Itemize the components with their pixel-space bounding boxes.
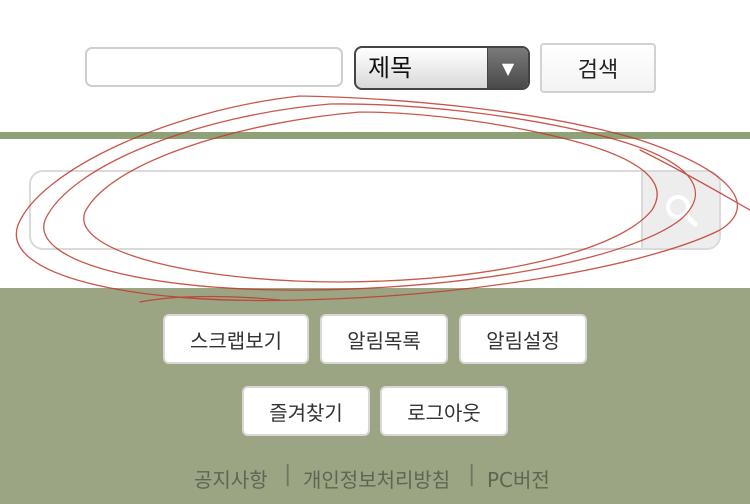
notice-settings-button[interactable]: 알림설정: [459, 314, 587, 364]
favorites-button[interactable]: 즐겨찾기: [242, 386, 370, 436]
divider-bar: [0, 132, 750, 139]
triangle-down-icon[interactable]: ▼: [487, 48, 528, 88]
search-field-select[interactable]: 제목 ▼: [354, 46, 530, 90]
global-search-input[interactable]: [31, 172, 645, 248]
keyword-input[interactable]: [85, 47, 343, 87]
search-field-selected-label: 제목: [368, 54, 413, 82]
board-search-area: 제목 ▼ 검색: [0, 0, 750, 132]
global-search-button[interactable]: [641, 172, 719, 248]
search-button[interactable]: 검색: [540, 43, 656, 93]
footer-privacy-link[interactable]: 개인정보처리방침: [303, 464, 450, 493]
footer-pc-version-link[interactable]: PC버전: [487, 464, 550, 493]
scrap-view-button[interactable]: 스크랩보기: [163, 314, 309, 364]
global-search-box: [29, 170, 721, 250]
notice-list-button[interactable]: 알림목록: [320, 314, 448, 364]
footer-notice-link[interactable]: 공지사항: [194, 464, 268, 493]
logout-button[interactable]: 로그아웃: [380, 386, 508, 436]
footer-separator: |: [284, 462, 292, 487]
search-icon: [666, 195, 698, 227]
footer-separator: |: [468, 462, 476, 487]
